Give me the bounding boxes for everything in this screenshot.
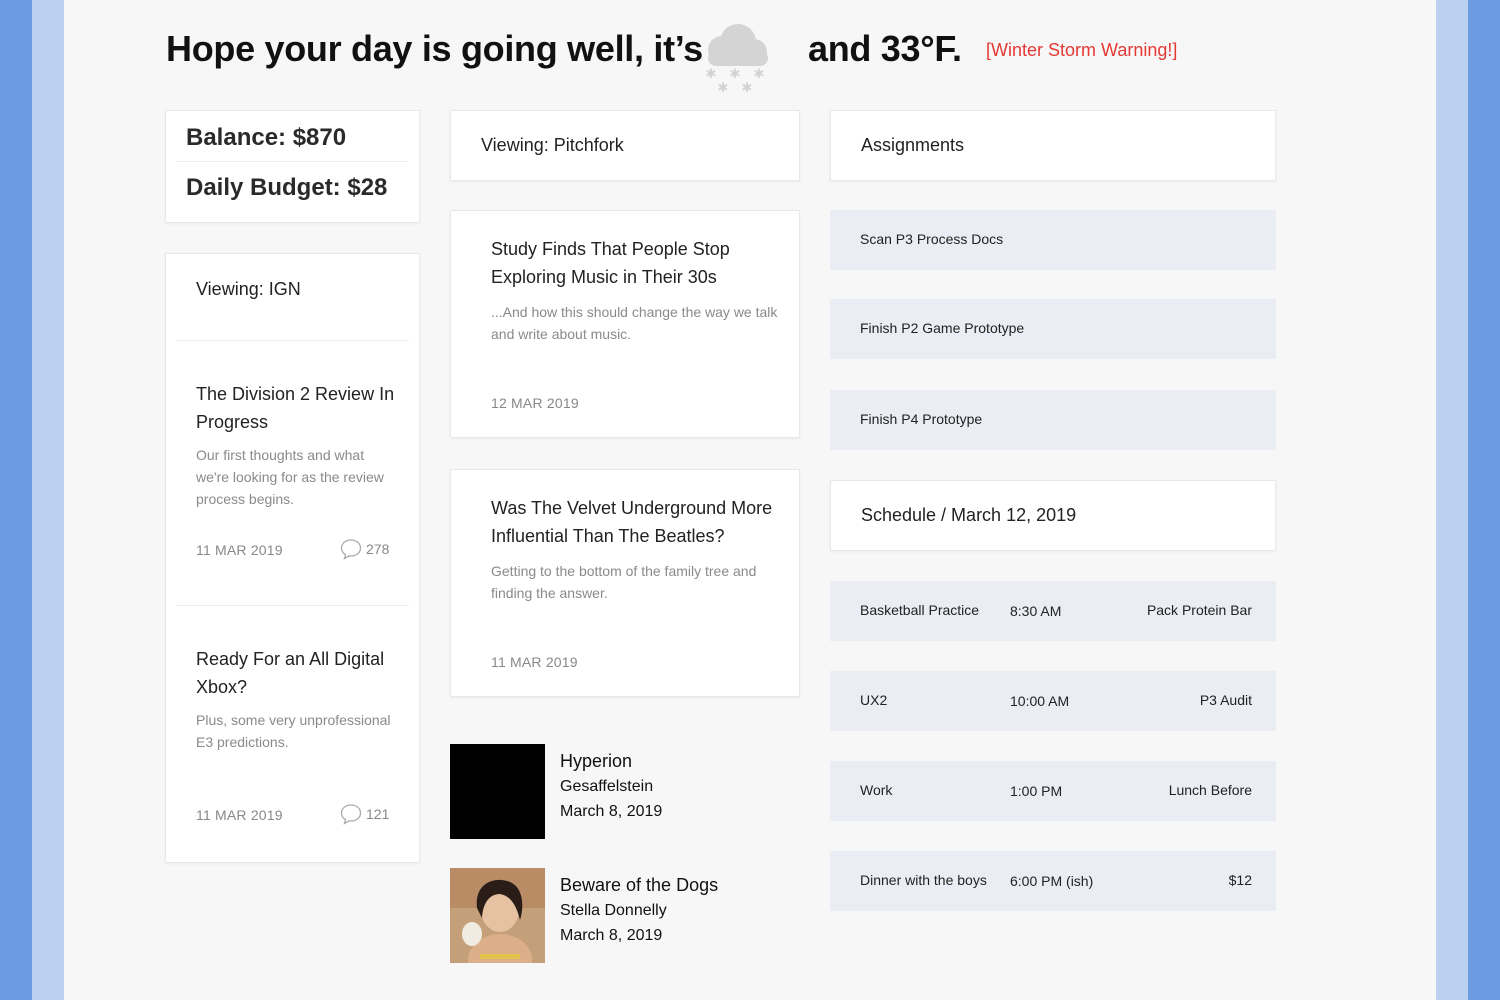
- album-info: Beware of the Dogs Stella Donnelly March…: [560, 873, 718, 948]
- album-item[interactable]: Hyperion Gesaffelstein March 8, 2019: [450, 744, 800, 840]
- assignment-item[interactable]: Scan P3 Process Docs: [830, 210, 1276, 270]
- schedule-time: 6:00 PM (ish): [1010, 873, 1094, 889]
- schedule-note: P3 Audit: [1199, 692, 1252, 708]
- schedule-time: 8:30 AM: [1010, 603, 1062, 619]
- ign-article[interactable]: Ready For an All Digital Xbox? Plus, som…: [196, 645, 396, 753]
- comment-bubble-icon: [340, 804, 362, 825]
- schedule-event: UX2: [860, 692, 888, 708]
- svg-text:✱: ✱: [754, 67, 765, 82]
- ign-article[interactable]: The Division 2 Review In Progress Our fi…: [196, 380, 396, 510]
- ign-heading: Viewing: IGN: [196, 279, 301, 299]
- album-item[interactable]: Beware of the Dogs Stella Donnelly March…: [450, 868, 800, 964]
- assignment-label: Finish P2 Game Prototype: [860, 320, 1025, 336]
- pitchfork-header-card: Viewing: Pitchfork: [450, 110, 800, 181]
- article-date: 11 MAR 2019: [491, 654, 578, 670]
- assignment-item[interactable]: Finish P4 Prototype: [830, 390, 1276, 450]
- article-title[interactable]: Ready For an All Digital Xbox?: [196, 645, 396, 701]
- schedule-event: Dinner with the boys: [860, 872, 987, 888]
- album-artist: Stella Donnelly: [560, 902, 667, 919]
- left-edge-light: [32, 0, 64, 1000]
- article-date: 12 MAR 2019: [491, 395, 579, 411]
- daily-budget-text: Daily Budget: $28: [186, 174, 388, 201]
- right-edge-dark: [1468, 0, 1500, 1000]
- schedule-item[interactable]: Work 1:00 PM Lunch Before: [830, 761, 1276, 821]
- schedule-item[interactable]: Basketball Practice 8:30 AM Pack Protein…: [830, 581, 1276, 641]
- divider: [176, 605, 409, 606]
- right-edge-light: [1436, 0, 1468, 1000]
- svg-text:✱: ✱: [730, 67, 741, 82]
- svg-text:✱: ✱: [706, 67, 717, 82]
- article-title[interactable]: Was The Velvet Underground More Influent…: [491, 494, 781, 550]
- schedule-item[interactable]: Dinner with the boys 6:00 PM (ish) $12: [830, 851, 1276, 911]
- schedule-heading: Schedule / March 12, 2019: [861, 505, 1077, 525]
- album-release-date: March 8, 2019: [560, 927, 663, 944]
- album-info: Hyperion Gesaffelstein March 8, 2019: [560, 749, 662, 824]
- divider: [176, 340, 409, 341]
- balance-text: Balance: $870: [186, 124, 347, 151]
- left-edge-dark: [0, 0, 32, 1000]
- assignments-heading: Assignments: [861, 135, 965, 155]
- article-date: 11 MAR 2019: [196, 807, 283, 823]
- greeting-text: Hope your day is going well, it’s: [166, 28, 703, 69]
- album-artist: Gesaffelstein: [560, 778, 654, 795]
- article-title[interactable]: Study Finds That People Stop Exploring M…: [491, 235, 781, 291]
- snow-cloud-icon: ✱ ✱ ✱ ✱ ✱: [706, 24, 768, 94]
- pitchfork-article-card[interactable]: Was The Velvet Underground More Influent…: [450, 469, 800, 697]
- svg-text:✱: ✱: [718, 81, 729, 94]
- comment-count[interactable]: 278: [340, 538, 389, 560]
- schedule-note: Pack Protein Bar: [1146, 602, 1252, 618]
- article-summary: ...And how this should change the way we…: [491, 304, 778, 342]
- comment-bubble-icon: [340, 539, 362, 560]
- pitchfork-article-card[interactable]: Study Finds That People Stop Exploring M…: [450, 210, 800, 438]
- article-summary: Plus, some very unprofessional E3 predic…: [196, 712, 391, 750]
- ign-feed-card: Viewing: IGN The Division 2 Review In Pr…: [165, 253, 420, 863]
- divider: [176, 161, 407, 162]
- article-summary: Our first thoughts and what we're lookin…: [196, 447, 384, 507]
- pitchfork-heading: Viewing: Pitchfork: [481, 135, 624, 155]
- storm-warning: [Winter Storm Warning!]: [986, 40, 1178, 60]
- article-summary: Getting to the bottom of the family tree…: [491, 563, 757, 601]
- schedule-time: 10:00 AM: [1010, 693, 1070, 709]
- comment-count[interactable]: 121: [340, 803, 389, 825]
- assignments-header-card: Assignments: [830, 110, 1276, 181]
- schedule-item[interactable]: UX2 10:00 AM P3 Audit: [830, 671, 1276, 731]
- assignment-item[interactable]: Finish P2 Game Prototype: [830, 299, 1276, 359]
- schedule-header-card: Schedule / March 12, 2019: [830, 480, 1276, 551]
- temperature-text: and 33°F.: [808, 28, 962, 69]
- article-date: 11 MAR 2019: [196, 542, 283, 558]
- album-release-date: March 8, 2019: [560, 803, 663, 820]
- budget-card: Balance: $870 Daily Budget: $28: [165, 110, 420, 223]
- album-title[interactable]: Beware of the Dogs: [560, 873, 718, 898]
- album-cover[interactable]: [450, 744, 545, 839]
- schedule-note: $12: [1228, 872, 1252, 888]
- assignment-label: Scan P3 Process Docs: [860, 231, 1004, 247]
- schedule-time: 1:00 PM: [1010, 783, 1063, 799]
- schedule-event: Basketball Practice: [860, 602, 980, 618]
- comment-number: 121: [366, 806, 390, 822]
- album-cover[interactable]: [450, 868, 545, 963]
- assignment-label: Finish P4 Prototype: [860, 411, 983, 427]
- article-title[interactable]: The Division 2 Review In Progress: [196, 380, 396, 436]
- schedule-event: Work: [860, 782, 893, 798]
- svg-text:✱: ✱: [742, 81, 753, 94]
- schedule-note: Lunch Before: [1168, 782, 1252, 798]
- comment-number: 278: [366, 541, 390, 557]
- album-title[interactable]: Hyperion: [560, 749, 662, 774]
